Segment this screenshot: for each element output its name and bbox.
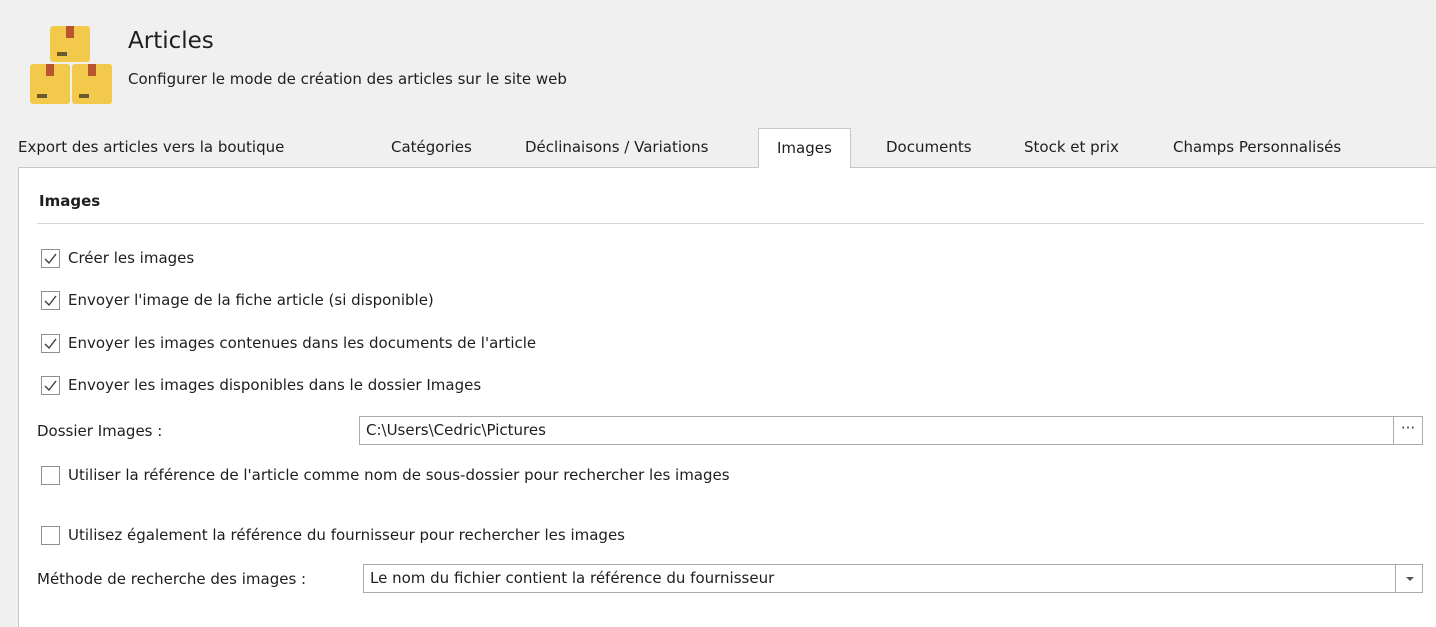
divider [37,223,1424,224]
tab-categories[interactable]: Catégories [391,128,472,167]
section-title: Images [39,192,101,210]
folder-path-field[interactable]: C:\Users\Cedric\Pictures ··· [359,416,1423,445]
page-subtitle: Configurer le mode de création des artic… [128,70,567,88]
send-folder-images-option[interactable]: Envoyer les images disponibles dans le d… [41,374,481,396]
checkmark-icon [44,380,57,391]
search-method-label: Méthode de recherche des images : [37,570,307,588]
use-reference-subfolder-label: Utiliser la référence de l'article comme… [68,466,730,484]
use-supplier-reference-option[interactable]: Utilisez également la référence du fourn… [41,524,625,546]
page-title: Articles [128,28,214,54]
tab-bar: Export des articles vers la boutique Cat… [18,128,1418,168]
send-document-images-checkbox[interactable] [41,333,60,353]
checkmark-icon [44,295,57,306]
tab-export[interactable]: Export des articles vers la boutique [18,128,284,167]
tab-stock-prices[interactable]: Stock et prix [1024,128,1119,167]
dropdown-button[interactable] [1395,565,1422,592]
create-images-option[interactable]: Créer les images [41,247,194,269]
images-panel: Images Créer les images Envoyer l'image … [18,167,1436,627]
send-folder-images-label: Envoyer les images disponibles dans le d… [68,376,482,394]
tab-custom-fields[interactable]: Champs Personnalisés [1173,128,1341,167]
send-document-images-label: Envoyer les images contenues dans les do… [68,334,537,352]
use-reference-subfolder-checkbox[interactable] [41,465,60,485]
search-method-value: Le nom du fichier contient la référence … [370,569,775,587]
use-reference-subfolder-option[interactable]: Utiliser la référence de l'article comme… [41,464,730,486]
send-document-images-option[interactable]: Envoyer les images contenues dans les do… [41,332,536,354]
tab-documents[interactable]: Documents [886,128,972,167]
browse-button[interactable]: ··· [1393,417,1422,444]
send-card-image-checkbox[interactable] [41,290,60,310]
folder-label: Dossier Images : [37,422,163,440]
create-images-checkbox[interactable] [41,248,60,268]
checkmark-icon [44,338,57,349]
send-card-image-label: Envoyer l'image de la fiche article (si … [68,291,434,309]
send-folder-images-checkbox[interactable] [41,375,60,395]
page-header: Articles Configurer le mode de création … [0,0,1436,118]
send-card-image-option[interactable]: Envoyer l'image de la fiche article (si … [41,289,434,311]
search-method-select[interactable]: Le nom du fichier contient la référence … [363,564,1423,593]
tab-images[interactable]: Images [758,128,851,168]
use-supplier-reference-checkbox[interactable] [41,525,60,545]
use-supplier-reference-label: Utilisez également la référence du fourn… [68,526,625,544]
tab-variations[interactable]: Déclinaisons / Variations [525,128,709,167]
chevron-down-icon [1405,576,1414,581]
checkmark-icon [44,253,57,264]
create-images-label: Créer les images [68,249,195,267]
boxes-icon [28,22,114,108]
folder-path-value: C:\Users\Cedric\Pictures [366,421,546,439]
